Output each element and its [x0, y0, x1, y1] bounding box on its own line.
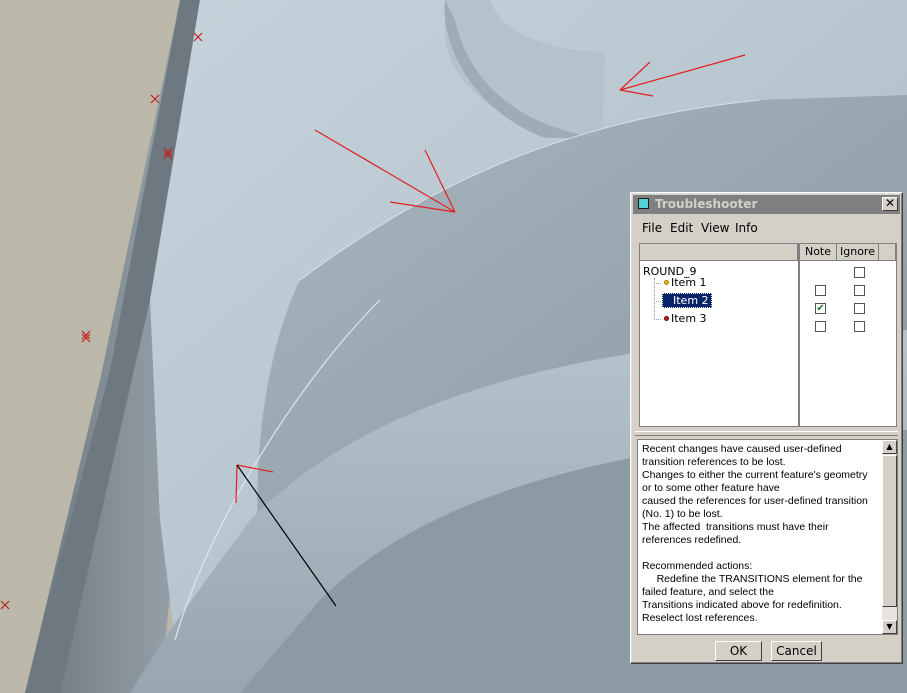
menu-file[interactable]: File [642, 221, 662, 235]
column-header-ignore[interactable]: Ignore [837, 244, 879, 261]
menu-view[interactable]: View [701, 221, 729, 235]
tree-item-selected[interactable]: Item 2 [662, 293, 712, 308]
scroll-thumb[interactable] [882, 455, 897, 607]
item3-ignore-checkbox[interactable] [854, 321, 865, 332]
vertical-scrollbar[interactable]: ▲ ▼ [882, 440, 897, 634]
message-text: Recent changes have caused user-defined … [642, 443, 868, 624]
item2-ignore-checkbox[interactable] [854, 303, 865, 314]
menu-bar: File Edit View Info [635, 218, 898, 238]
scroll-down-icon[interactable]: ▼ [882, 620, 897, 634]
item1-ignore-checkbox[interactable] [854, 285, 865, 296]
item3-note-checkbox[interactable] [815, 321, 826, 332]
menu-edit[interactable]: Edit [670, 221, 693, 235]
message-area[interactable]: Recent changes have caused user-defined … [637, 439, 898, 635]
close-button[interactable]: ✕ [882, 197, 898, 211]
window-title: Troubleshooter [655, 197, 758, 211]
title-bar[interactable]: Troubleshooter ✕ [633, 195, 900, 214]
item2-note-checkbox[interactable]: ✔ [815, 303, 826, 314]
tree-header [640, 244, 798, 261]
ok-button[interactable]: OK [715, 641, 762, 661]
scroll-up-icon[interactable]: ▲ [882, 440, 897, 454]
status-dot-icon [664, 316, 669, 321]
column-header-note[interactable]: Note [800, 244, 837, 261]
tree-item[interactable]: Item 1 [671, 276, 707, 289]
item1-note-checkbox[interactable] [815, 285, 826, 296]
feature-tree[interactable]: ROUND_9 Item 1 Item 2 Item 3 [639, 243, 799, 427]
menu-info[interactable]: Info [735, 221, 758, 235]
tree-item[interactable]: Item 3 [671, 312, 707, 325]
pane-splitter[interactable] [635, 431, 898, 436]
flags-pane: Note Ignore ✔ [799, 243, 897, 427]
status-dot-icon [664, 280, 669, 285]
root-ignore-checkbox[interactable] [854, 267, 865, 278]
troubleshooter-dialog: Troubleshooter ✕ File Edit View Info ROU… [630, 192, 903, 664]
cancel-button[interactable]: Cancel [771, 641, 822, 661]
app-icon [638, 198, 649, 209]
